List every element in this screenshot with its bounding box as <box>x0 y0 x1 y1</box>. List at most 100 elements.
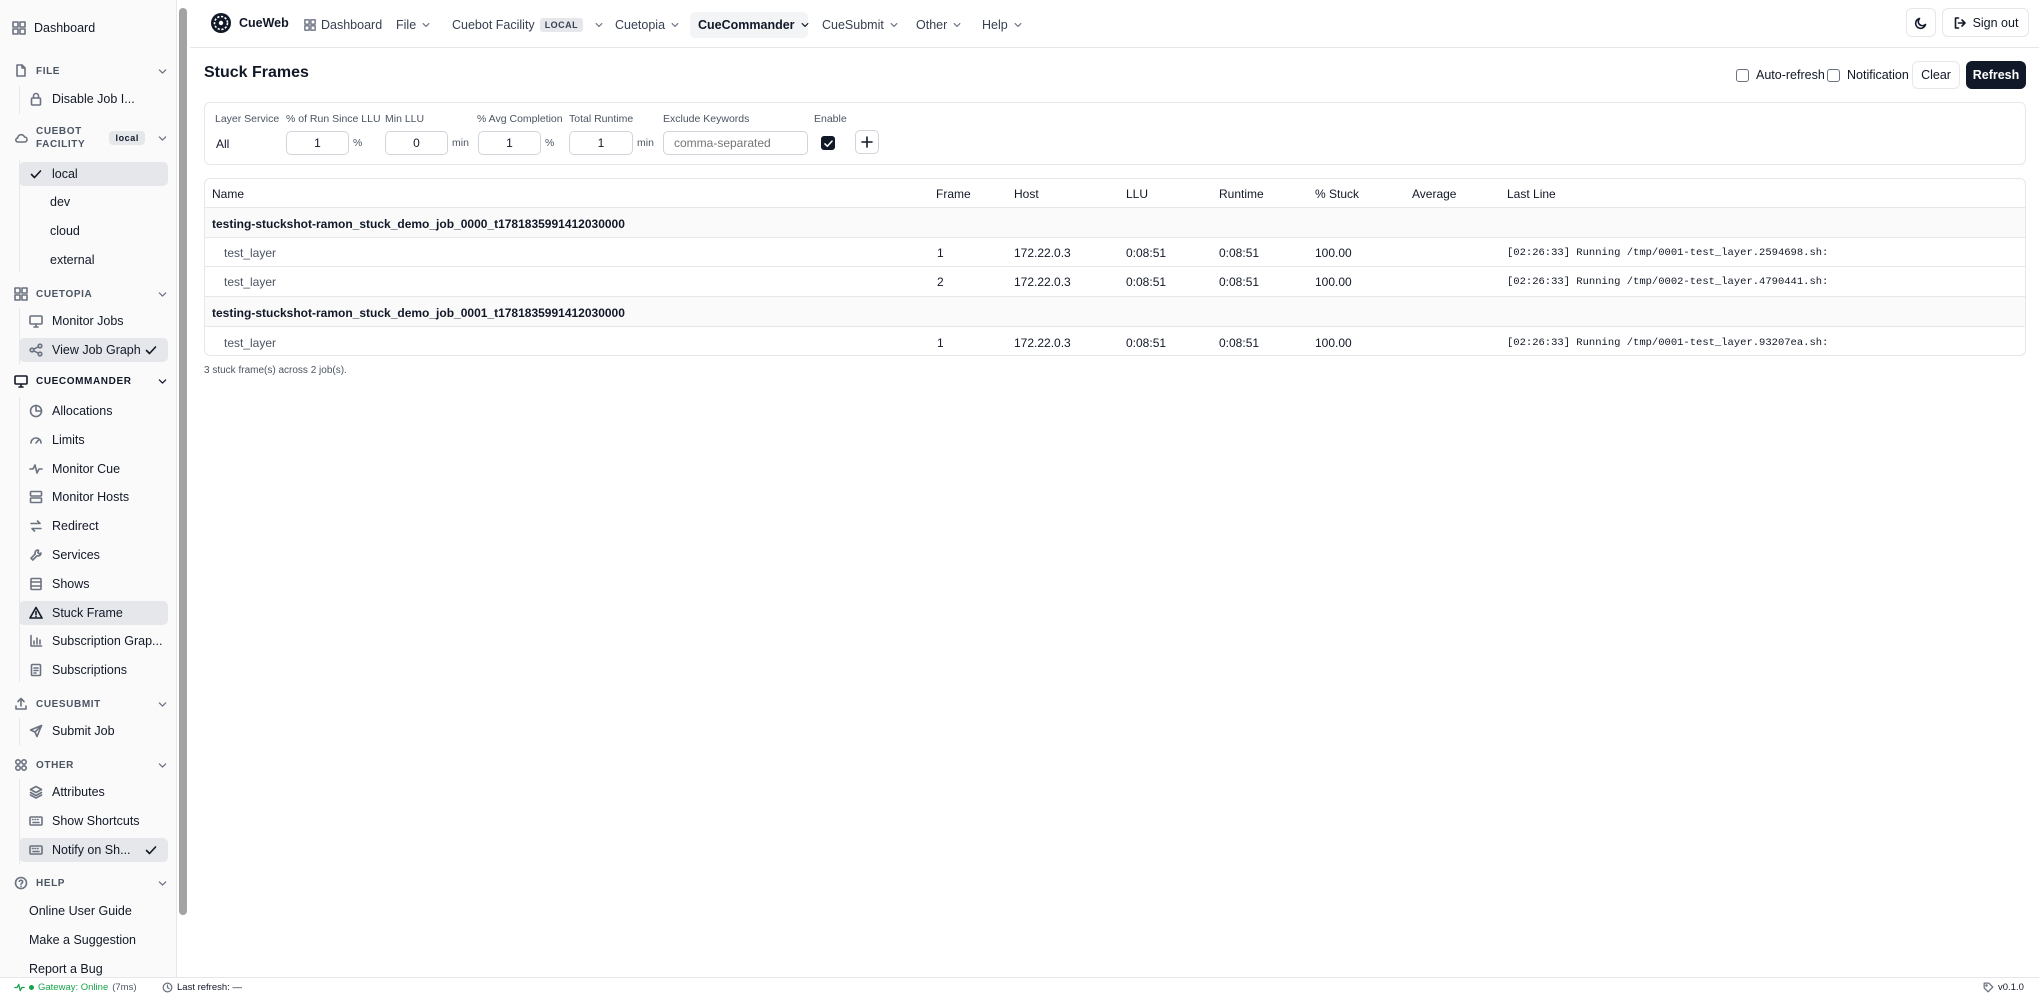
sidebar-item-stuck-frame[interactable]: Stuck Frame <box>19 601 168 625</box>
sidebar-section-cuecommander[interactable]: CUECOMMANDER <box>14 374 168 388</box>
chevron-down-icon <box>158 291 167 297</box>
sidebar-item-limits[interactable]: Limits <box>19 428 168 452</box>
tag-icon <box>1983 982 1994 993</box>
theme-toggle-button[interactable] <box>1906 8 1936 37</box>
sidebar-item-attributes[interactable]: Attributes <box>19 780 168 804</box>
auto-refresh-checkbox[interactable]: Auto-refresh <box>1736 68 1825 82</box>
pie-chart-icon <box>29 404 43 418</box>
film-icon <box>30 577 42 591</box>
sidebar-item-notify-on-shortcut[interactable]: Notify on Sh... <box>19 838 168 862</box>
checkbox-box[interactable] <box>1827 68 1840 82</box>
chevron-down-icon <box>158 762 167 768</box>
host: 172.22.0.3 <box>1014 275 1071 289</box>
sidebar-item-view-job-graph[interactable]: View Job Graph <box>19 338 168 362</box>
sidebar-item-cloud[interactable]: cloud <box>50 224 80 238</box>
version-status: v0.1.0 <box>1983 982 2024 993</box>
min-llu-label: Min LLU <box>385 113 425 125</box>
column-header-runtime[interactable]: Runtime <box>1219 187 1264 201</box>
sidebar-item-dashboard[interactable]: Dashboard <box>12 21 95 35</box>
sidebar-item-services[interactable]: Services <box>19 543 168 567</box>
sidebar-item-label: Monitor Hosts <box>52 490 130 504</box>
nav-help-menu[interactable]: Help <box>974 12 1031 38</box>
layer-service-label: Layer Service <box>215 113 280 125</box>
column-header-name[interactable]: Name <box>212 187 244 201</box>
chevron-down-icon <box>158 135 167 141</box>
chevron-down-icon <box>953 23 961 28</box>
table-row[interactable]: test_layer 1 172.22.0.3 0:08:51 0:08:51 … <box>205 327 2025 355</box>
checkbox-box[interactable] <box>1736 68 1749 82</box>
nav-other-menu[interactable]: Other <box>908 12 970 38</box>
brand[interactable]: CueWeb <box>202 10 297 36</box>
column-header-host[interactable]: Host <box>1014 187 1039 201</box>
brand-name: CueWeb <box>239 16 289 30</box>
layer-service-select[interactable]: All <box>216 137 229 151</box>
avg-completion-input[interactable] <box>478 131 541 155</box>
moon-icon <box>1914 17 1927 29</box>
nav-label: Dashboard <box>321 18 383 32</box>
sidebar-section-cuesubmit[interactable]: CUESUBMIT <box>14 697 168 711</box>
sidebar-item-subscription-graph[interactable]: Subscription Grap... <box>19 629 168 653</box>
sidebar-item-label: local <box>52 167 78 181</box>
min-unit: min <box>452 137 469 149</box>
nav-dashboard[interactable]: Dashboard <box>296 12 390 38</box>
sidebar-item-subscriptions[interactable]: Subscriptions <box>19 658 168 682</box>
sidebar-item-local[interactable]: local <box>19 162 168 186</box>
grid-icon <box>304 19 316 31</box>
run-since-llu-input[interactable] <box>286 131 349 155</box>
notification-checkbox[interactable]: Notification <box>1827 68 1909 82</box>
sidebar-item-allocations[interactable]: Allocations <box>19 399 168 423</box>
nav-cuebot-facility-menu[interactable]: Cuebot Facility LOCAL <box>444 12 612 38</box>
gateway-latency: (7ms) <box>112 982 137 993</box>
nav-cuesubmit-menu[interactable]: CueSubmit <box>814 12 907 38</box>
min-unit: min <box>637 137 654 149</box>
sidebar-scrollbar[interactable] <box>179 8 187 915</box>
run-since-llu-label: % of Run Since LLU <box>286 113 381 125</box>
column-header-stuck[interactable]: % Stuck <box>1315 187 1359 201</box>
sidebar-item-external[interactable]: external <box>50 253 94 267</box>
nav-label: Help <box>982 18 1008 32</box>
sidebar-item-online-user-guide[interactable]: Online User Guide <box>29 904 132 918</box>
sidebar-section-file[interactable]: FILE <box>14 64 168 78</box>
enable-checkbox[interactable] <box>821 136 835 150</box>
nav-cuecommander-menu[interactable]: CueCommander <box>690 12 808 38</box>
sidebar-section-help[interactable]: HELP <box>14 876 168 890</box>
sidebar-item-monitor-cue[interactable]: Monitor Cue <box>19 457 168 481</box>
check-icon <box>145 846 157 855</box>
sidebar-item-disable-job[interactable]: Disable Job I... <box>19 87 168 111</box>
job-group-row[interactable]: testing-stuckshot-ramon_stuck_demo_job_0… <box>205 297 2025 327</box>
min-llu-input[interactable] <box>385 131 448 155</box>
exclude-keywords-input[interactable] <box>663 131 808 155</box>
sidebar: Dashboard FILE Disable Job I... CUEBOT FA… <box>0 0 177 977</box>
sidebar-item-label: Show Shortcuts <box>52 814 140 828</box>
column-header-average[interactable]: Average <box>1412 187 1456 201</box>
table-row[interactable]: test_layer 1 172.22.0.3 0:08:51 0:08:51 … <box>205 238 2025 267</box>
sidebar-item-monitor-hosts[interactable]: Monitor Hosts <box>19 485 168 509</box>
sidebar-item-monitor-jobs[interactable]: Monitor Jobs <box>19 309 168 333</box>
nav-cuetopia-menu[interactable]: Cuetopia <box>607 12 688 38</box>
sidebar-item-dev[interactable]: dev <box>50 195 70 209</box>
sidebar-section-other[interactable]: OTHER <box>14 758 168 772</box>
column-header-frame[interactable]: Frame <box>936 187 971 201</box>
sidebar-item-shows[interactable]: Shows <box>19 572 168 596</box>
sidebar-item-submit-job[interactable]: Submit Job <box>19 719 168 743</box>
sidebar-item-make-a-suggestion[interactable]: Make a Suggestion <box>29 933 136 947</box>
sign-out-button[interactable]: Sign out <box>1942 8 2029 37</box>
sidebar-item-redirect[interactable]: Redirect <box>19 514 168 538</box>
sidebar-item-label: Monitor Cue <box>52 462 121 476</box>
column-header-last-line[interactable]: Last Line <box>1507 187 1556 201</box>
total-runtime-input[interactable] <box>569 131 633 155</box>
sidebar-section-cuetopia[interactable]: CUETOPIA <box>14 287 168 301</box>
sidebar-section-title: HELP <box>36 877 66 889</box>
column-header-llu[interactable]: LLU <box>1126 187 1148 201</box>
sidebar-item-report-a-bug[interactable]: Report a Bug <box>29 962 103 976</box>
sidebar-section-cuebot-facility[interactable]: CUEBOT FACILITY local <box>14 125 168 151</box>
wrench-icon <box>30 549 42 561</box>
clear-button[interactable]: Clear <box>1912 61 1960 89</box>
table-row[interactable]: test_layer 2 172.22.0.3 0:08:51 0:08:51 … <box>205 267 2025 297</box>
nav-file-menu[interactable]: File <box>388 12 439 38</box>
sidebar-item-show-shortcuts[interactable]: Show Shortcuts <box>19 809 168 833</box>
job-group-row[interactable]: testing-stuckshot-ramon_stuck_demo_job_0… <box>205 208 2025 238</box>
add-filter-button[interactable] <box>855 130 879 154</box>
sidebar-item-label: Subscription Grap... <box>52 634 163 648</box>
refresh-button[interactable]: Refresh <box>1966 61 2026 89</box>
